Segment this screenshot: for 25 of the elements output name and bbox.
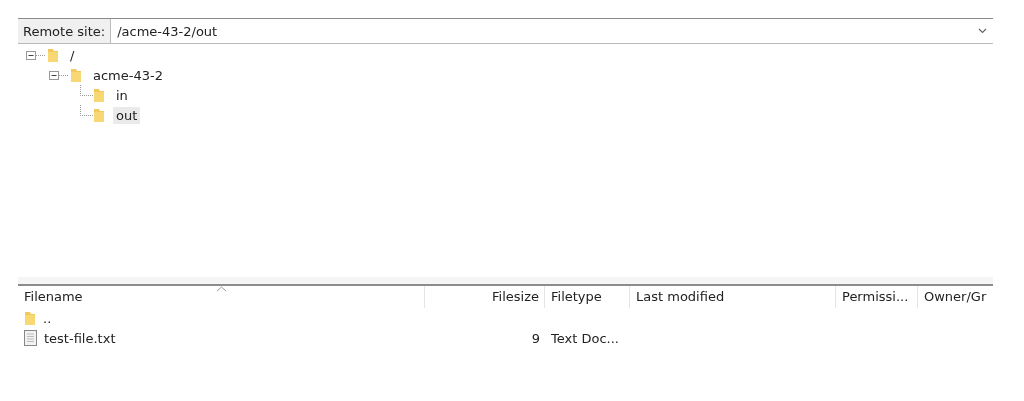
tree-item[interactable]: in [113, 86, 131, 104]
file-size: 9 [531, 330, 540, 346]
tree-connector-line [80, 105, 94, 116]
folder-icon [93, 87, 105, 103]
dropdown-chevron-icon[interactable] [978, 28, 987, 34]
file-type: Text Doc... [551, 330, 619, 346]
column-header[interactable]: Last modified [630, 286, 836, 308]
column-header[interactable]: Owner/Gr [918, 286, 993, 308]
tree-item[interactable]: out [113, 106, 141, 124]
collapse-toggle-icon[interactable] [49, 69, 69, 81]
remote-site-label: Remote site: [18, 19, 112, 43]
column-header[interactable]: Filetype [545, 286, 630, 308]
column-header[interactable]: Filename [18, 286, 425, 308]
sort-ascending-icon [216, 286, 227, 292]
tree-item[interactable]: acme-43-2 [90, 66, 166, 84]
column-header[interactable]: Filesize [425, 286, 545, 308]
column-header[interactable]: Permissi... [836, 286, 918, 308]
folder-icon [93, 107, 105, 123]
folder-icon [47, 47, 59, 63]
file-name[interactable]: .. [43, 310, 52, 326]
folder-icon [70, 67, 82, 83]
file-name[interactable]: test-file.txt [44, 330, 116, 346]
tree-item[interactable]: / [67, 46, 78, 64]
tree-connector-line [80, 85, 94, 96]
collapse-toggle-icon[interactable] [26, 49, 46, 61]
